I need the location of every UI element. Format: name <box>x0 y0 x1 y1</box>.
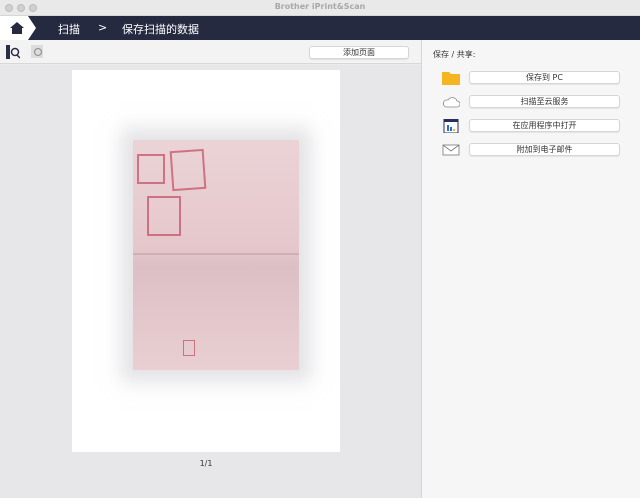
breadcrumb-scan[interactable]: 扫描 <box>58 21 80 37</box>
cloud-icon <box>442 97 460 108</box>
share-panel: 保存 / 共享: 保存到 PC 扫描至云服务 在应用程序中打开 附加到电子邮件 <box>421 40 640 498</box>
zoom-icon[interactable] <box>31 45 45 59</box>
share-label: 保存 / 共享: <box>433 50 476 59</box>
attach-to-email-button[interactable]: 附加到电子邮件 <box>469 143 620 156</box>
breadcrumb-separator: > <box>98 21 108 34</box>
breadcrumb-bar: 扫描 > 保存扫描的数据 <box>0 16 640 40</box>
home-icon <box>10 22 24 34</box>
open-in-app-button[interactable]: 在应用程序中打开 <box>469 119 620 132</box>
scanned-passport-image <box>133 140 299 370</box>
title-bar: Brother iPrint&Scan <box>0 0 640 16</box>
page-indicator: 1/1 <box>199 459 213 468</box>
home-button[interactable] <box>0 16 36 40</box>
folder-icon <box>442 72 460 85</box>
breadcrumb-current: 保存扫描的数据 <box>122 23 199 36</box>
window-title: Brother iPrint&Scan <box>274 2 366 11</box>
save-to-pc-button[interactable]: 保存到 PC <box>469 71 620 84</box>
scan-to-cloud-button[interactable]: 扫描至云服务 <box>469 95 620 108</box>
mail-icon <box>442 144 460 156</box>
app-icon <box>443 119 459 133</box>
page-zoom-icon[interactable] <box>6 45 20 59</box>
add-page-button[interactable]: 添加页面 <box>309 46 409 59</box>
preview-toolbar: 添加页面 <box>0 40 421 64</box>
